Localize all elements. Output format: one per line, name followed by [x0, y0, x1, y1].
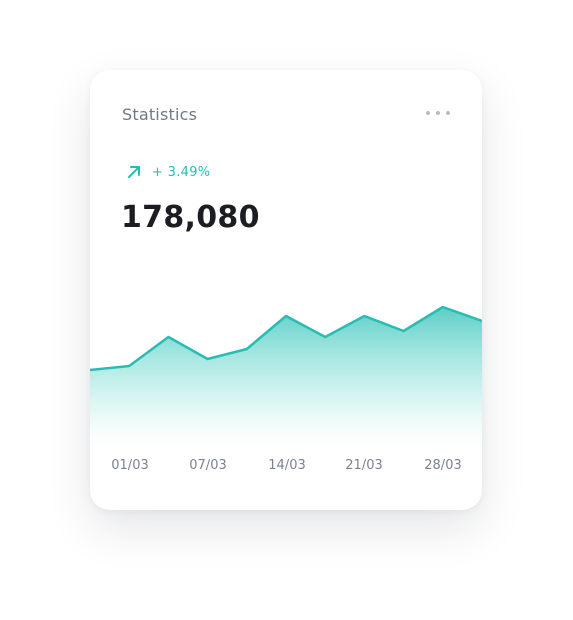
statistics-area-chart: [90, 305, 482, 448]
x-tick-label: 21/03: [345, 458, 383, 473]
change-indicator: + 3.49%: [126, 164, 210, 180]
statistics-card: Statistics + 3.49% 178,080 01/03 07/03 1…: [90, 70, 482, 510]
x-tick-label: 28/03: [424, 458, 462, 473]
card-title: Statistics: [122, 105, 198, 124]
x-tick-label: 01/03: [111, 458, 149, 473]
more-dot-icon: [436, 111, 440, 115]
more-options-button[interactable]: [426, 106, 450, 120]
change-percent: + 3.49%: [152, 164, 211, 180]
x-tick-label: 14/03: [268, 458, 306, 473]
x-axis-labels: 01/03 07/03 14/03 21/03 28/03: [90, 458, 482, 478]
more-dot-icon: [426, 111, 430, 115]
arrow-up-right-icon: [128, 166, 140, 178]
x-tick-label: 07/03: [189, 458, 227, 473]
chart-area-fill: [90, 307, 482, 448]
total-value: 178,080: [121, 200, 260, 235]
more-dot-icon: [446, 111, 450, 115]
